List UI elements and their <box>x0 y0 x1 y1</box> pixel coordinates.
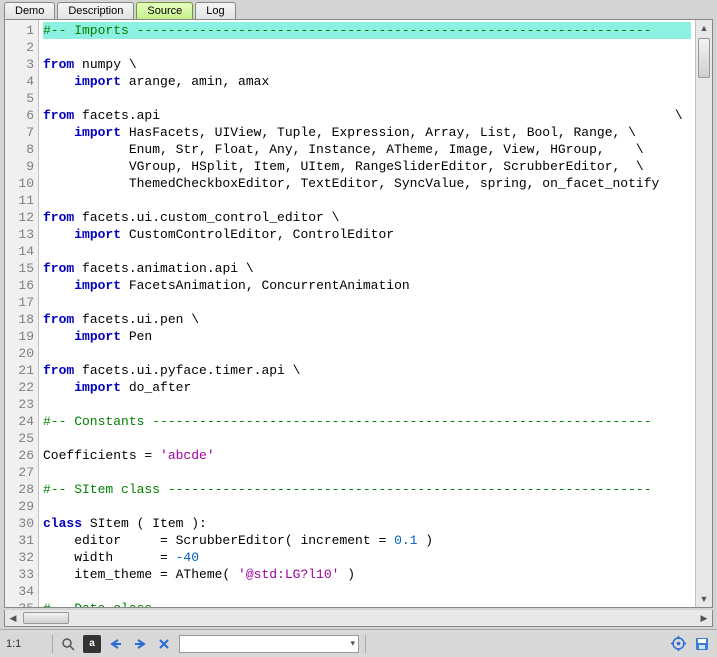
code-line[interactable]: class SItem ( Item ): <box>43 515 691 532</box>
code-line[interactable]: editor = ScrubberEditor( increment = 0.1… <box>43 532 691 549</box>
code-line[interactable]: import arange, amin, amax <box>43 73 691 90</box>
clear-search-icon[interactable] <box>155 635 173 653</box>
code-line[interactable] <box>43 396 691 413</box>
case-toggle-icon[interactable]: a <box>83 635 101 653</box>
save-icon[interactable] <box>693 635 711 653</box>
code-line[interactable]: from facets.ui.custom_control_editor \ <box>43 209 691 226</box>
code-line[interactable]: VGroup, HSplit, Item, UItem, RangeSlider… <box>43 158 691 175</box>
code-line[interactable] <box>43 39 691 56</box>
status-bar: 1:1 a <box>0 629 717 657</box>
separator <box>52 635 53 653</box>
code-line[interactable]: Coefficients = 'abcde' <box>43 447 691 464</box>
code-line[interactable]: from numpy \ <box>43 56 691 73</box>
tab-bar: Demo Description Source Log <box>0 0 717 19</box>
code-line[interactable] <box>43 90 691 107</box>
search-icon[interactable] <box>59 635 77 653</box>
search-input[interactable] <box>179 635 359 653</box>
code-line[interactable] <box>43 498 691 515</box>
code-line[interactable] <box>43 294 691 311</box>
code-line[interactable] <box>43 583 691 600</box>
code-line[interactable]: #-- Imports ----------------------------… <box>43 22 691 39</box>
code-line[interactable] <box>43 192 691 209</box>
cursor-position: 1:1 <box>6 638 46 650</box>
code-line[interactable]: #-- SItem class ------------------------… <box>43 481 691 498</box>
code-line[interactable]: from facets.api \ <box>43 107 691 124</box>
scroll-thumb-v[interactable] <box>698 38 710 78</box>
scroll-right-arrow[interactable]: ▶ <box>696 610 712 626</box>
code-line[interactable]: ThemedCheckboxEditor, TextEditor, SyncVa… <box>43 175 691 192</box>
tab-source[interactable]: Source <box>136 2 193 19</box>
code-line[interactable]: import Pen <box>43 328 691 345</box>
code-line[interactable]: width = -40 <box>43 549 691 566</box>
prev-match-icon[interactable] <box>107 635 125 653</box>
code-line[interactable] <box>43 464 691 481</box>
horizontal-scrollbar[interactable]: ◀ ▶ <box>4 610 713 627</box>
scroll-up-arrow[interactable]: ▲ <box>696 20 712 36</box>
tab-log[interactable]: Log <box>195 2 235 19</box>
code-line[interactable]: import do_after <box>43 379 691 396</box>
settings-icon[interactable] <box>669 635 687 653</box>
code-line[interactable]: import FacetsAnimation, ConcurrentAnimat… <box>43 277 691 294</box>
code-line[interactable]: #-- Constants --------------------------… <box>43 413 691 430</box>
code-line[interactable]: item_theme = ATheme( '@std:LG?l10' ) <box>43 566 691 583</box>
code-area[interactable]: #-- Imports ----------------------------… <box>39 20 695 607</box>
code-line[interactable]: import CustomControlEditor, ControlEdito… <box>43 226 691 243</box>
vertical-scrollbar[interactable]: ▲ ▼ <box>695 20 712 607</box>
code-line[interactable] <box>43 243 691 260</box>
code-line[interactable] <box>43 430 691 447</box>
code-line[interactable]: Enum, Str, Float, Any, Instance, ATheme,… <box>43 141 691 158</box>
code-line[interactable]: from facets.ui.pyface.timer.api \ <box>43 362 691 379</box>
next-match-icon[interactable] <box>131 635 149 653</box>
editor: 1234567891011121314151617181920212223242… <box>4 19 713 608</box>
code-line[interactable] <box>43 345 691 362</box>
tab-description[interactable]: Description <box>57 2 134 19</box>
tab-demo[interactable]: Demo <box>4 2 55 19</box>
scroll-down-arrow[interactable]: ▼ <box>696 591 712 607</box>
code-line[interactable]: from facets.ui.pen \ <box>43 311 691 328</box>
code-line[interactable]: import HasFacets, UIView, Tuple, Express… <box>43 124 691 141</box>
line-gutter: 1234567891011121314151617181920212223242… <box>5 20 39 607</box>
code-line[interactable]: from facets.animation.api \ <box>43 260 691 277</box>
scroll-left-arrow[interactable]: ◀ <box>5 610 21 626</box>
separator <box>365 635 366 653</box>
code-line[interactable]: #-- Data class -------------------------… <box>43 600 691 607</box>
scroll-thumb-h[interactable] <box>23 612 69 624</box>
